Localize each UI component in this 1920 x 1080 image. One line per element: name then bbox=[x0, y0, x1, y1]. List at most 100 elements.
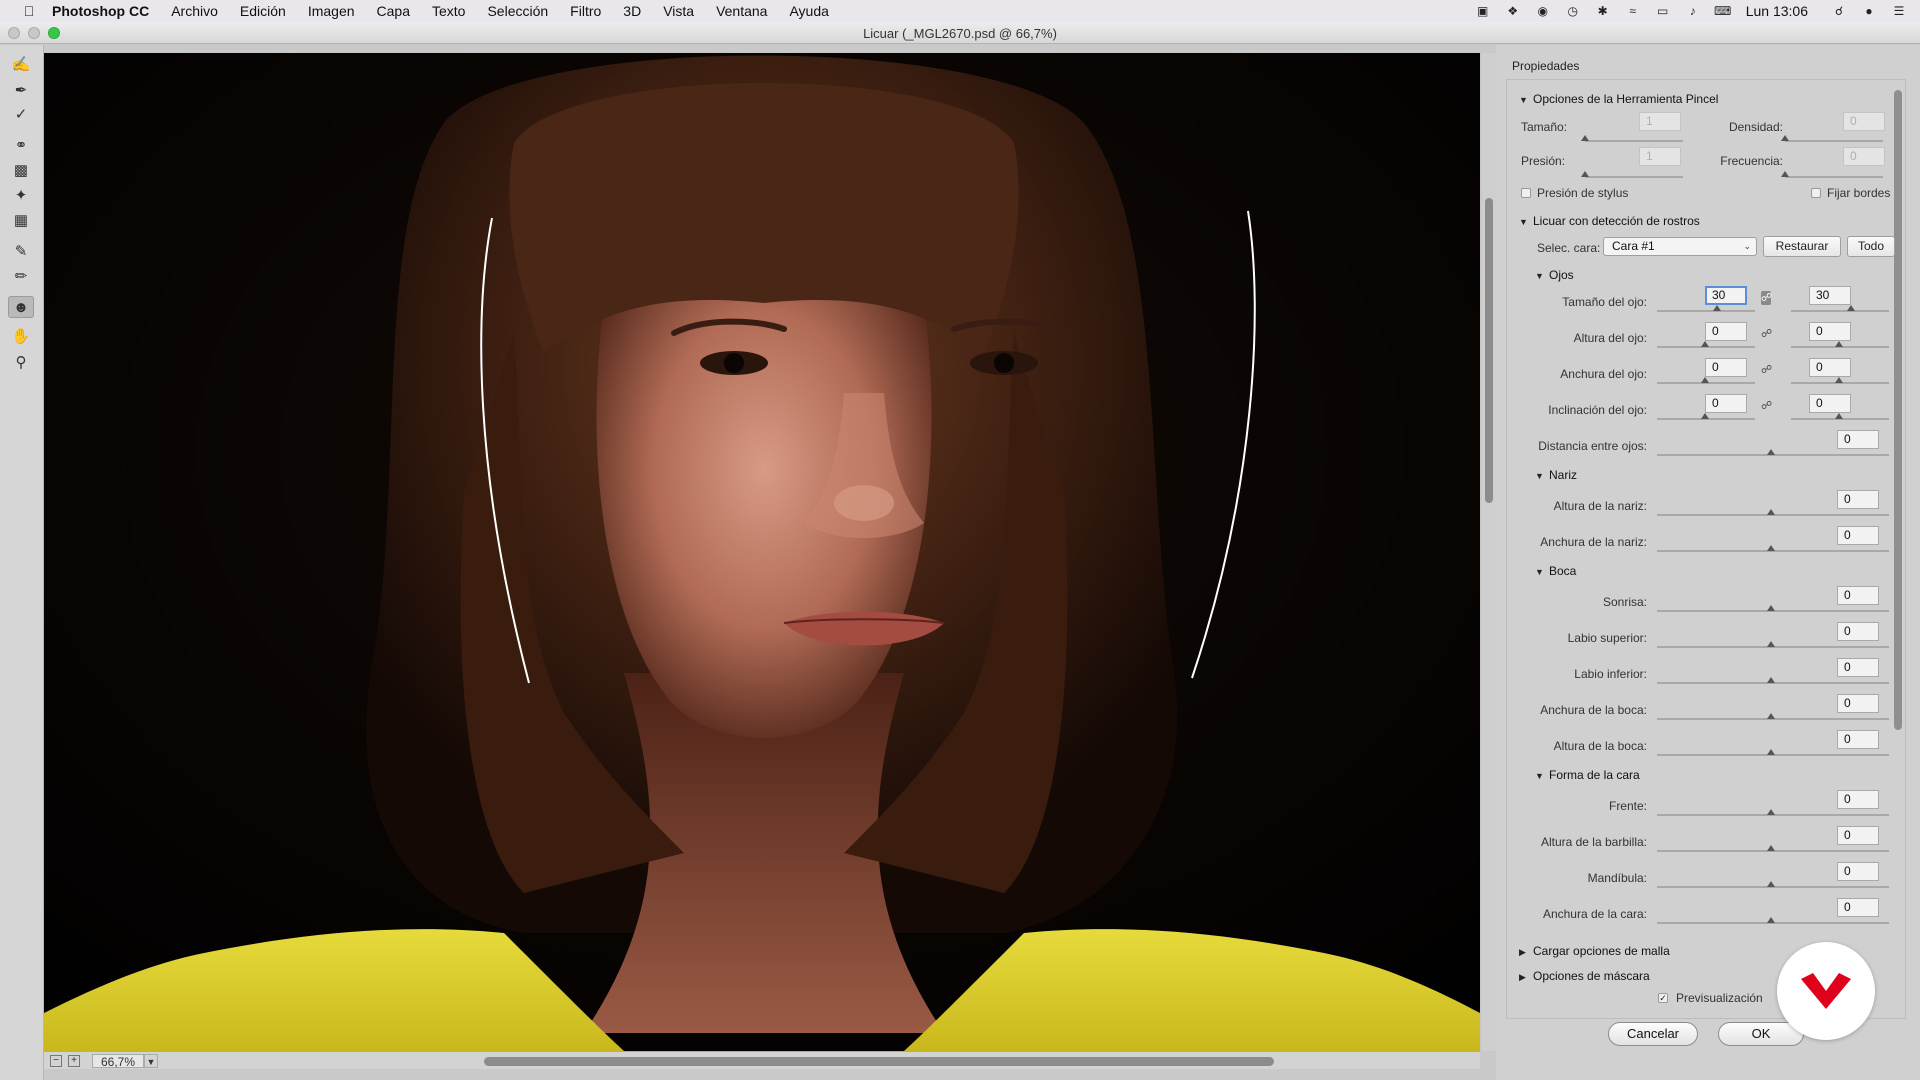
link-eye-tilt-icon[interactable]: ☍ bbox=[1761, 399, 1772, 413]
nose-header[interactable]: ▼ Nariz bbox=[1535, 468, 1905, 482]
zoom-level-field[interactable]: 66,7% bbox=[92, 1054, 144, 1069]
canvas-vertical-scroll-thumb[interactable] bbox=[1485, 198, 1493, 503]
properties-scroll-area[interactable]: ▼ Opciones de la Herramienta Pincel Tamañ… bbox=[1506, 79, 1906, 1019]
eye-width-left-slider[interactable] bbox=[1657, 377, 1755, 384]
notifications-icon[interactable]: ☰ bbox=[1890, 4, 1908, 18]
brush-pressure-slider[interactable] bbox=[1581, 171, 1683, 178]
smile-slider[interactable] bbox=[1657, 605, 1889, 612]
face-tool-icon[interactable]: ☻ bbox=[8, 296, 34, 318]
all-button[interactable]: Todo bbox=[1847, 236, 1895, 257]
mouth-width-field[interactable]: 0 bbox=[1837, 694, 1879, 713]
eye-tilt-left-slider[interactable] bbox=[1657, 413, 1755, 420]
fix-edges-checkbox[interactable] bbox=[1811, 188, 1821, 198]
brush-frequency-slider[interactable] bbox=[1781, 171, 1883, 178]
menu-3d[interactable]: 3D bbox=[623, 3, 641, 19]
menu-ventana[interactable]: Ventana bbox=[716, 3, 767, 19]
brush-density-slider[interactable] bbox=[1781, 135, 1883, 142]
keyboard-icon[interactable]: ⌨ bbox=[1714, 4, 1732, 18]
dropbox-icon[interactable]: ❖ bbox=[1504, 4, 1522, 18]
menu-capa[interactable]: Capa bbox=[377, 3, 410, 19]
siri-icon[interactable]: ● bbox=[1860, 4, 1878, 18]
menu-edicion[interactable]: Edición bbox=[240, 3, 286, 19]
upper-lip-field[interactable]: 0 bbox=[1837, 622, 1879, 641]
menu-vista[interactable]: Vista bbox=[663, 3, 694, 19]
eye-tilt-left-field[interactable]: 0 bbox=[1705, 394, 1747, 413]
eye-size-left-slider[interactable] bbox=[1657, 305, 1755, 312]
brush-size-slider[interactable] bbox=[1581, 135, 1683, 142]
chin-height-slider[interactable] bbox=[1657, 845, 1889, 852]
eye-size-left-field[interactable]: 30 bbox=[1705, 286, 1747, 305]
jawline-slider[interactable] bbox=[1657, 881, 1889, 888]
menu-archivo[interactable]: Archivo bbox=[171, 3, 218, 19]
nose-width-field[interactable]: 0 bbox=[1837, 526, 1879, 545]
brush-options-header[interactable]: ▼ Opciones de la Herramienta Pincel bbox=[1519, 92, 1899, 106]
brush-size-field[interactable]: 1 bbox=[1639, 112, 1681, 131]
face-width-field[interactable]: 0 bbox=[1837, 898, 1879, 917]
menu-ayuda[interactable]: Ayuda bbox=[789, 3, 828, 19]
upper-lip-slider[interactable] bbox=[1657, 641, 1889, 648]
link-eye-height-icon[interactable]: ☍ bbox=[1761, 327, 1772, 341]
forehead-field[interactable]: 0 bbox=[1837, 790, 1879, 809]
eye-size-right-field[interactable]: 30 bbox=[1809, 286, 1851, 305]
twirl-tool-icon[interactable]: ⚭ bbox=[8, 134, 34, 156]
apple-icon[interactable]:  bbox=[18, 3, 40, 19]
mouth-height-slider[interactable] bbox=[1657, 749, 1889, 756]
mouth-header[interactable]: ▼ Boca bbox=[1535, 564, 1905, 578]
panel-scroll-thumb[interactable] bbox=[1894, 90, 1902, 730]
bluetooth-icon[interactable]: ✱ bbox=[1594, 4, 1612, 18]
eye-tilt-right-slider[interactable] bbox=[1791, 413, 1889, 420]
eye-size-right-slider[interactable] bbox=[1791, 305, 1889, 312]
zoom-dropdown-icon[interactable]: ▼ bbox=[144, 1054, 158, 1068]
image-canvas[interactable] bbox=[44, 53, 1480, 1051]
bloat-tool-icon[interactable]: ✦ bbox=[8, 184, 34, 206]
wifi-icon[interactable]: ≈ bbox=[1624, 4, 1642, 18]
clock[interactable]: Lun 13:06 bbox=[1746, 3, 1808, 19]
menu-seleccion[interactable]: Selección bbox=[487, 3, 548, 19]
hand-tool-icon[interactable]: ✋ bbox=[8, 325, 34, 347]
preview-checkbox[interactable]: ✓ bbox=[1658, 993, 1668, 1003]
screenshot-icon[interactable]: ▣ bbox=[1474, 4, 1492, 18]
lower-lip-slider[interactable] bbox=[1657, 677, 1889, 684]
airplay-icon[interactable]: ▭ bbox=[1654, 4, 1672, 18]
eye-width-left-field[interactable]: 0 bbox=[1705, 358, 1747, 377]
canvas-vertical-scrollbar[interactable] bbox=[1482, 53, 1496, 1051]
menu-app-name[interactable]: Photoshop CC bbox=[52, 3, 149, 19]
menu-filtro[interactable]: Filtro bbox=[570, 3, 601, 19]
volume-icon[interactable]: ♪ bbox=[1684, 4, 1702, 18]
reconstruct-tool-icon[interactable]: ✒ bbox=[8, 79, 34, 101]
jawline-field[interactable]: 0 bbox=[1837, 862, 1879, 881]
face-aware-header[interactable]: ▼ Licuar con detección de rostros bbox=[1519, 214, 1899, 228]
restore-button[interactable]: Restaurar bbox=[1763, 236, 1841, 257]
brush-frequency-field[interactable]: 0 bbox=[1843, 147, 1885, 166]
forehead-slider[interactable] bbox=[1657, 809, 1889, 816]
link-eye-width-icon[interactable]: ☍ bbox=[1761, 363, 1772, 377]
time-machine-icon[interactable]: ◷ bbox=[1564, 4, 1582, 18]
spotlight-icon[interactable]: ☌ bbox=[1830, 4, 1848, 18]
select-face-dropdown[interactable]: Cara #1 ⌄ bbox=[1603, 237, 1757, 256]
freeze-mask-tool-icon[interactable]: ✎ bbox=[8, 240, 34, 262]
eye-height-left-field[interactable]: 0 bbox=[1705, 322, 1747, 341]
face-width-slider[interactable] bbox=[1657, 917, 1889, 924]
menu-imagen[interactable]: Imagen bbox=[308, 3, 355, 19]
eye-width-right-slider[interactable] bbox=[1791, 377, 1889, 384]
zoom-in-icon[interactable]: + bbox=[68, 1055, 80, 1067]
face-shape-header[interactable]: ▼ Forma de la cara bbox=[1535, 768, 1905, 782]
thaw-mask-tool-icon[interactable]: ✏ bbox=[8, 265, 34, 287]
nose-height-slider[interactable] bbox=[1657, 509, 1889, 516]
cancel-button[interactable]: Cancelar bbox=[1608, 1022, 1698, 1046]
eye-distance-field[interactable]: 0 bbox=[1837, 430, 1879, 449]
eyes-header[interactable]: ▼ Ojos bbox=[1535, 268, 1905, 282]
push-left-tool-icon[interactable]: ▦ bbox=[8, 209, 34, 231]
smile-field[interactable]: 0 bbox=[1837, 586, 1879, 605]
brush-density-field[interactable]: 0 bbox=[1843, 112, 1885, 131]
zoom-out-icon[interactable]: − bbox=[50, 1055, 62, 1067]
pucker-tool-icon[interactable]: ▩ bbox=[8, 159, 34, 181]
smooth-tool-icon[interactable]: ✓ bbox=[8, 103, 34, 125]
chin-height-field[interactable]: 0 bbox=[1837, 826, 1879, 845]
mouth-width-slider[interactable] bbox=[1657, 713, 1889, 720]
creative-cloud-icon[interactable]: ◉ bbox=[1534, 4, 1552, 18]
canvas-horizontal-scroll-thumb[interactable] bbox=[484, 1057, 1274, 1066]
eye-tilt-right-field[interactable]: 0 bbox=[1809, 394, 1851, 413]
lower-lip-field[interactable]: 0 bbox=[1837, 658, 1879, 677]
brush-pressure-field[interactable]: 1 bbox=[1639, 147, 1681, 166]
